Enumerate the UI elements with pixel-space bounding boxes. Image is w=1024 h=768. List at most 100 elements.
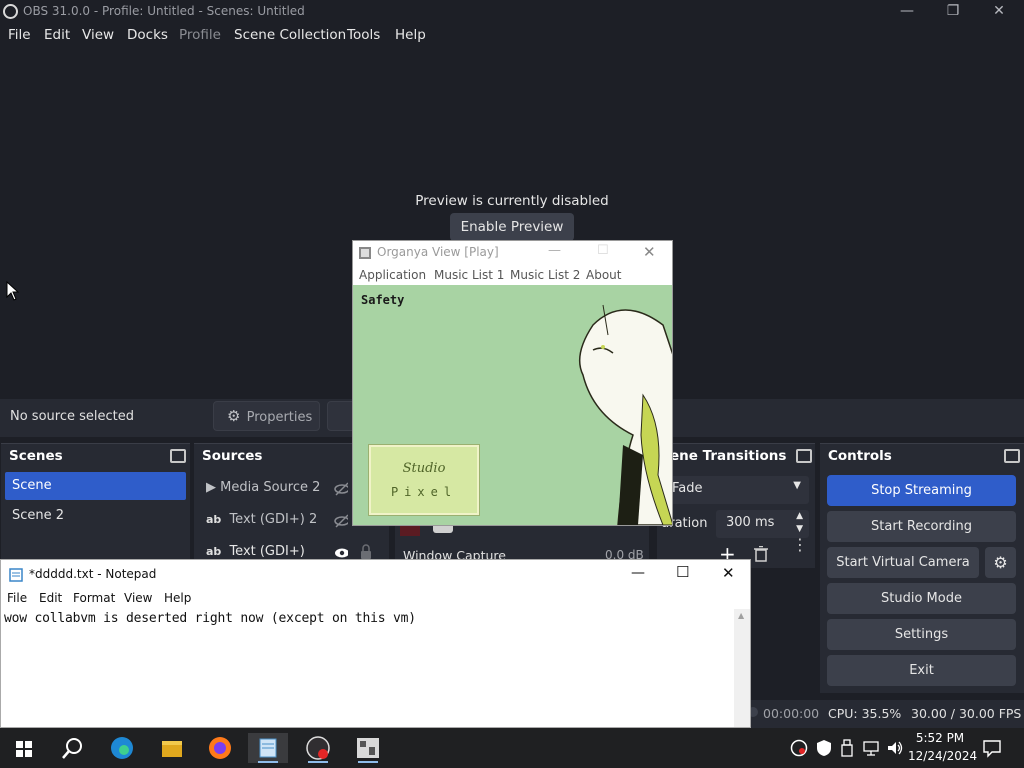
taskbar-firefox[interactable] bbox=[200, 733, 240, 763]
obs-titlebar: OBS 31.0.0 - Profile: Untitled - Scenes:… bbox=[0, 0, 1024, 23]
transitions-dock-title: cene Transitions bbox=[662, 448, 787, 464]
taskbar-file-explorer[interactable] bbox=[152, 733, 192, 763]
shield-icon[interactable] bbox=[816, 739, 832, 757]
menu-view[interactable]: View bbox=[124, 591, 152, 605]
virtual-camera-settings-button[interactable]: ⚙ bbox=[985, 547, 1016, 578]
duration-spinbox[interactable]: 300 ms ▲ ▼ bbox=[716, 510, 809, 538]
spin-up-icon[interactable]: ▲ bbox=[796, 511, 803, 521]
notification-icon[interactable] bbox=[982, 738, 1002, 758]
search-button[interactable] bbox=[52, 733, 92, 763]
maximize-button[interactable]: ☐ bbox=[597, 243, 609, 258]
transition-select[interactable]: Fade ▼ bbox=[664, 476, 809, 504]
source-item[interactable]: ab Text (GDI+) 2 bbox=[206, 512, 317, 527]
menu-edit[interactable]: Edit bbox=[44, 27, 70, 43]
menu-application[interactable]: Application bbox=[359, 268, 426, 282]
notepad-menubar: File Edit Format View Help bbox=[1, 589, 750, 609]
eye-hidden-icon[interactable] bbox=[334, 482, 348, 496]
cpu-usage: CPU: 35.5% bbox=[828, 706, 902, 721]
edge-icon bbox=[111, 737, 133, 759]
start-button[interactable] bbox=[4, 733, 44, 763]
start-virtual-camera-button[interactable]: Start Virtual Camera bbox=[827, 547, 979, 578]
duration-value: 300 ms bbox=[726, 515, 775, 530]
menu-file[interactable]: File bbox=[8, 27, 31, 43]
taskbar-obs[interactable] bbox=[298, 733, 338, 763]
menu-profile[interactable]: Profile bbox=[179, 27, 221, 43]
restore-button[interactable]: ❐ bbox=[930, 0, 976, 23]
audio-mixer: Window Capture 0.0 dB bbox=[395, 520, 649, 563]
minimize-button[interactable]: — bbox=[631, 565, 645, 581]
vertical-scrollbar[interactable]: ▲ bbox=[734, 609, 750, 727]
trash-icon[interactable] bbox=[754, 546, 768, 562]
close-button[interactable]: ✕ bbox=[722, 564, 735, 582]
menu-help[interactable]: Help bbox=[164, 591, 191, 605]
studio-mode-button[interactable]: Studio Mode bbox=[827, 583, 1016, 614]
exit-button[interactable]: Exit bbox=[827, 655, 1016, 686]
eye-hidden-icon[interactable] bbox=[334, 514, 348, 528]
clock-time[interactable]: 5:52 PM bbox=[910, 731, 970, 745]
menu-music-list-2[interactable]: Music List 2 bbox=[510, 268, 580, 282]
song-title: Safety bbox=[361, 293, 405, 307]
source-item[interactable]: ab Text (GDI+) bbox=[206, 544, 305, 559]
undock-icon[interactable] bbox=[170, 449, 186, 463]
source-item[interactable]: ▶ Media Source 2 bbox=[206, 480, 320, 495]
stop-streaming-button[interactable]: Stop Streaming bbox=[827, 475, 1016, 506]
properties-button[interactable]: ⚙ Properties bbox=[213, 401, 320, 431]
taskbar-organya[interactable] bbox=[348, 733, 388, 763]
lock-icon[interactable] bbox=[360, 544, 372, 560]
menu-file[interactable]: File bbox=[7, 591, 27, 605]
menu-docks[interactable]: Docks bbox=[127, 27, 168, 43]
firefox-icon bbox=[209, 737, 231, 759]
source-label: Media Source 2 bbox=[220, 480, 321, 495]
close-button[interactable]: ✕ bbox=[643, 243, 656, 261]
menu-tools[interactable]: Tools bbox=[347, 27, 380, 43]
spin-down-icon[interactable]: ▼ bbox=[796, 524, 803, 534]
controls-dock-title: Controls bbox=[828, 448, 892, 464]
organya-menubar: Application Music List 1 Music List 2 Ab… bbox=[353, 265, 672, 285]
settings-button[interactable]: Settings bbox=[827, 619, 1016, 650]
fps-indicator: 30.00 / 30.00 FPS bbox=[911, 706, 1022, 721]
obs-window-title: OBS 31.0.0 - Profile: Untitled - Scenes:… bbox=[23, 4, 305, 18]
close-button[interactable]: ✕ bbox=[976, 0, 1022, 23]
enable-preview-button[interactable]: Enable Preview bbox=[450, 213, 574, 241]
character-artwork bbox=[578, 304, 672, 525]
menu-format[interactable]: Format bbox=[73, 591, 115, 605]
obs-tray-icon[interactable] bbox=[790, 739, 808, 757]
menu-music-list-1[interactable]: Music List 1 bbox=[434, 268, 504, 282]
undock-icon[interactable] bbox=[1004, 449, 1020, 463]
organya-window: Organya View [Play] — ☐ ✕ Application Mu… bbox=[352, 240, 673, 526]
gear-icon: ⚙ bbox=[227, 407, 241, 425]
eye-icon[interactable] bbox=[334, 546, 348, 560]
start-recording-button[interactable]: Start Recording bbox=[827, 511, 1016, 542]
scene-item-selected[interactable]: Scene bbox=[5, 472, 186, 500]
menu-view[interactable]: View bbox=[82, 27, 114, 43]
more-options-icon[interactable]: ⋮ bbox=[792, 537, 808, 553]
minimize-button[interactable]: — bbox=[884, 0, 930, 23]
usb-drive-icon[interactable] bbox=[840, 739, 854, 757]
menu-about[interactable]: About bbox=[586, 268, 621, 282]
organya-titlebar: Organya View [Play] — ☐ ✕ bbox=[353, 241, 672, 265]
scroll-up-icon[interactable]: ▲ bbox=[738, 611, 744, 620]
start-icon bbox=[16, 741, 32, 757]
minimize-button[interactable]: — bbox=[548, 243, 561, 258]
preview-disabled-message: Preview is currently disabled bbox=[415, 193, 609, 209]
taskbar-notepad[interactable] bbox=[248, 733, 288, 763]
menu-edit[interactable]: Edit bbox=[39, 591, 62, 605]
menu-help[interactable]: Help bbox=[395, 27, 426, 43]
notepad-window-title: *ddddd.txt - Notepad bbox=[29, 567, 157, 581]
clock-date[interactable]: 12/24/2024 bbox=[908, 749, 977, 763]
active-indicator bbox=[258, 761, 278, 763]
network-icon[interactable] bbox=[862, 739, 880, 757]
scene-item[interactable]: Scene 2 bbox=[5, 502, 71, 529]
maximize-button[interactable]: ☐ bbox=[676, 563, 689, 581]
organya-icon bbox=[357, 738, 379, 758]
notepad-titlebar: *ddddd.txt - Notepad — ☐ ✕ bbox=[1, 560, 750, 589]
notepad-text-area[interactable]: wow collabvm is deserted right now (exce… bbox=[4, 611, 416, 626]
studio-pixel-logo: Studio Pixel bbox=[368, 444, 480, 516]
notepad-window: *ddddd.txt - Notepad — ☐ ✕ File Edit For… bbox=[0, 559, 751, 728]
undock-icon[interactable] bbox=[796, 449, 812, 463]
volume-icon[interactable] bbox=[886, 739, 904, 757]
taskbar-edge[interactable] bbox=[102, 733, 142, 763]
text-icon: ab bbox=[206, 513, 222, 526]
organya-app-icon bbox=[359, 247, 371, 259]
menu-scene-collection[interactable]: Scene Collection bbox=[234, 27, 346, 43]
